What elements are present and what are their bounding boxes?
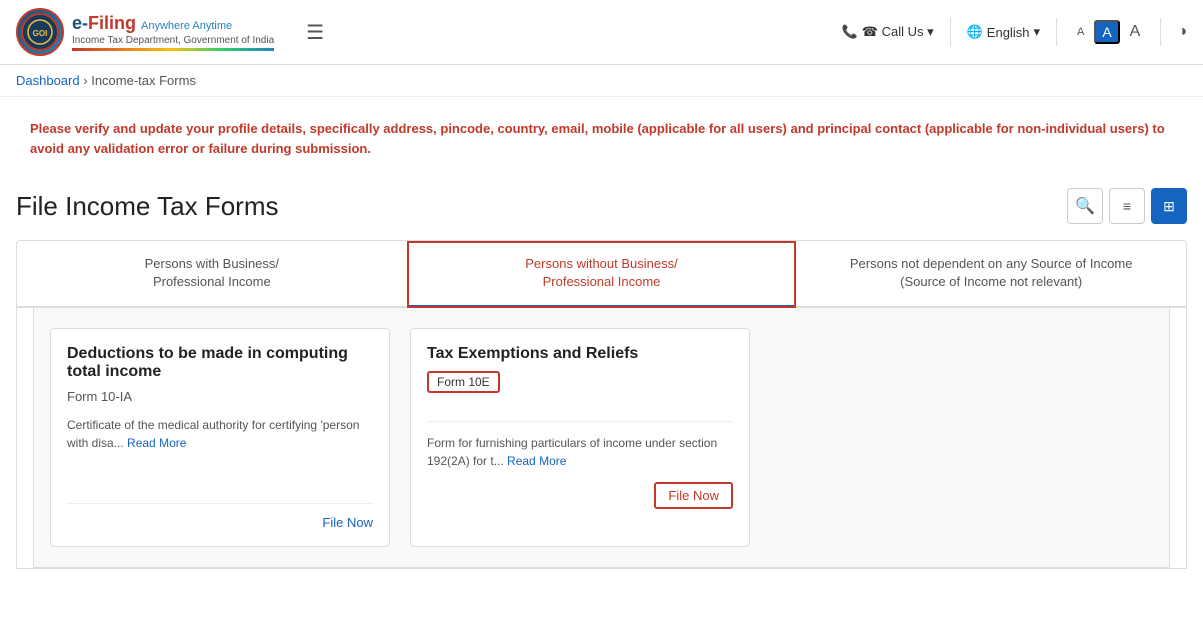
tab-non-business-income-label: Persons without Business/Professional In… (525, 256, 677, 289)
card-deductions-form-label: Form 10-IA (67, 389, 373, 404)
phone-icon: 📞 (842, 24, 858, 40)
title-actions: 🔍 ≡ ⊞ (1067, 188, 1187, 224)
logo-text: e-Filing Anywhere Anytime Income Tax Dep… (72, 13, 274, 51)
grid-icon: ⊞ (1163, 198, 1175, 215)
card-tax-desc-text: Form for furnishing particulars of incom… (427, 436, 717, 468)
font-decrease-button[interactable]: A (1073, 24, 1088, 40)
call-us-button[interactable]: 📞 ☎ Call Us ▾ (842, 24, 934, 40)
hamburger-menu[interactable]: ☰ (306, 20, 324, 45)
breadcrumb: Dashboard › Income-tax Forms (0, 65, 1203, 97)
card-tax-title: Tax Exemptions and Reliefs (427, 345, 733, 363)
header: GOI e-Filing Anywhere Anytime Income Tax… (0, 0, 1203, 65)
tab-no-income[interactable]: Persons not dependent on any Source of I… (796, 241, 1186, 308)
card-deductions-desc-text: Certificate of the medical authority for… (67, 418, 359, 450)
tab-non-business-income[interactable]: Persons without Business/Professional In… (407, 241, 797, 308)
logo-subtitle: Income Tax Department, Government of Ind… (72, 35, 274, 46)
logo-underline (72, 48, 274, 51)
alert-banner: Please verify and update your profile de… (16, 109, 1187, 168)
logo-e: e- (72, 13, 88, 33)
cards-area: Deductions to be made in computing total… (33, 308, 1170, 568)
header-left: GOI e-Filing Anywhere Anytime Income Tax… (16, 8, 324, 56)
card-tax-bottom: Form for furnishing particulars of incom… (427, 422, 733, 509)
font-normal-button[interactable]: A (1094, 20, 1119, 44)
globe-icon: 🌐 (967, 24, 983, 40)
card-form-badge: Form 10E (427, 371, 500, 393)
tab-no-income-label: Persons not dependent on any Source of I… (850, 256, 1133, 289)
tab-business-income[interactable]: Persons with Business/Professional Incom… (17, 241, 407, 308)
tabs-container: Persons with Business/Professional Incom… (16, 240, 1187, 569)
card-tax-content: Tax Exemptions and Reliefs Form 10E Form… (427, 345, 733, 509)
logo-area: GOI e-Filing Anywhere Anytime Income Tax… (16, 8, 274, 56)
card-deductions-footer: File Now (67, 503, 373, 530)
card-tax-footer: File Now (427, 482, 733, 509)
card-deductions-file-now[interactable]: File Now (322, 515, 373, 530)
card-deductions: Deductions to be made in computing total… (50, 328, 390, 547)
logo-emblem: GOI (16, 8, 64, 56)
contrast-button[interactable]: ◑ (1177, 23, 1187, 41)
card-tax-desc: Form for furnishing particulars of incom… (427, 434, 733, 470)
search-icon: 🔍 (1075, 196, 1095, 216)
language-arrow: ▾ (1033, 24, 1040, 40)
grid-view-button[interactable]: ⊞ (1151, 188, 1187, 224)
divider-3 (1160, 18, 1161, 46)
language-selector[interactable]: 🌐 English ▾ (967, 24, 1040, 40)
tab-business-income-label: Persons with Business/Professional Incom… (145, 256, 279, 289)
card-tax-file-now[interactable]: File Now (654, 482, 733, 509)
card-tax-exemptions: Tax Exemptions and Reliefs Form 10E Form… (410, 328, 750, 547)
list-icon: ≡ (1123, 198, 1131, 214)
logo-title: e-Filing Anywhere Anytime (72, 13, 274, 34)
breadcrumb-separator: › (83, 73, 87, 88)
page-title-area: File Income Tax Forms 🔍 ≡ ⊞ (0, 180, 1203, 240)
font-increase-button[interactable]: A (1126, 21, 1145, 43)
card-tax-read-more[interactable]: Read More (507, 454, 566, 468)
divider-2 (1056, 18, 1057, 46)
card-deductions-title: Deductions to be made in computing total… (67, 345, 373, 381)
font-controls: A A A (1073, 20, 1144, 44)
card-deductions-read-more[interactable]: Read More (127, 436, 186, 450)
breadcrumb-current: Income-tax Forms (91, 73, 196, 88)
divider-1 (950, 18, 951, 46)
language-label: English (987, 25, 1030, 40)
list-view-button[interactable]: ≡ (1109, 188, 1145, 224)
page-title: File Income Tax Forms (16, 191, 278, 222)
search-button[interactable]: 🔍 (1067, 188, 1103, 224)
card-deductions-desc: Certificate of the medical authority for… (67, 416, 373, 491)
card-tax-top: Tax Exemptions and Reliefs Form 10E (427, 345, 733, 422)
svg-text:GOI: GOI (33, 29, 48, 38)
header-right: 📞 ☎ Call Us ▾ 🌐 English ▾ A A A ◑ (842, 18, 1187, 46)
tabs: Persons with Business/Professional Incom… (17, 241, 1186, 308)
logo-tagline: Anywhere Anytime (141, 20, 232, 32)
logo-filing: Filing (88, 13, 136, 33)
call-us-label: ☎ Call Us ▾ (862, 24, 934, 40)
alert-text: Please verify and update your profile de… (30, 121, 1165, 156)
breadcrumb-dashboard[interactable]: Dashboard (16, 73, 80, 88)
